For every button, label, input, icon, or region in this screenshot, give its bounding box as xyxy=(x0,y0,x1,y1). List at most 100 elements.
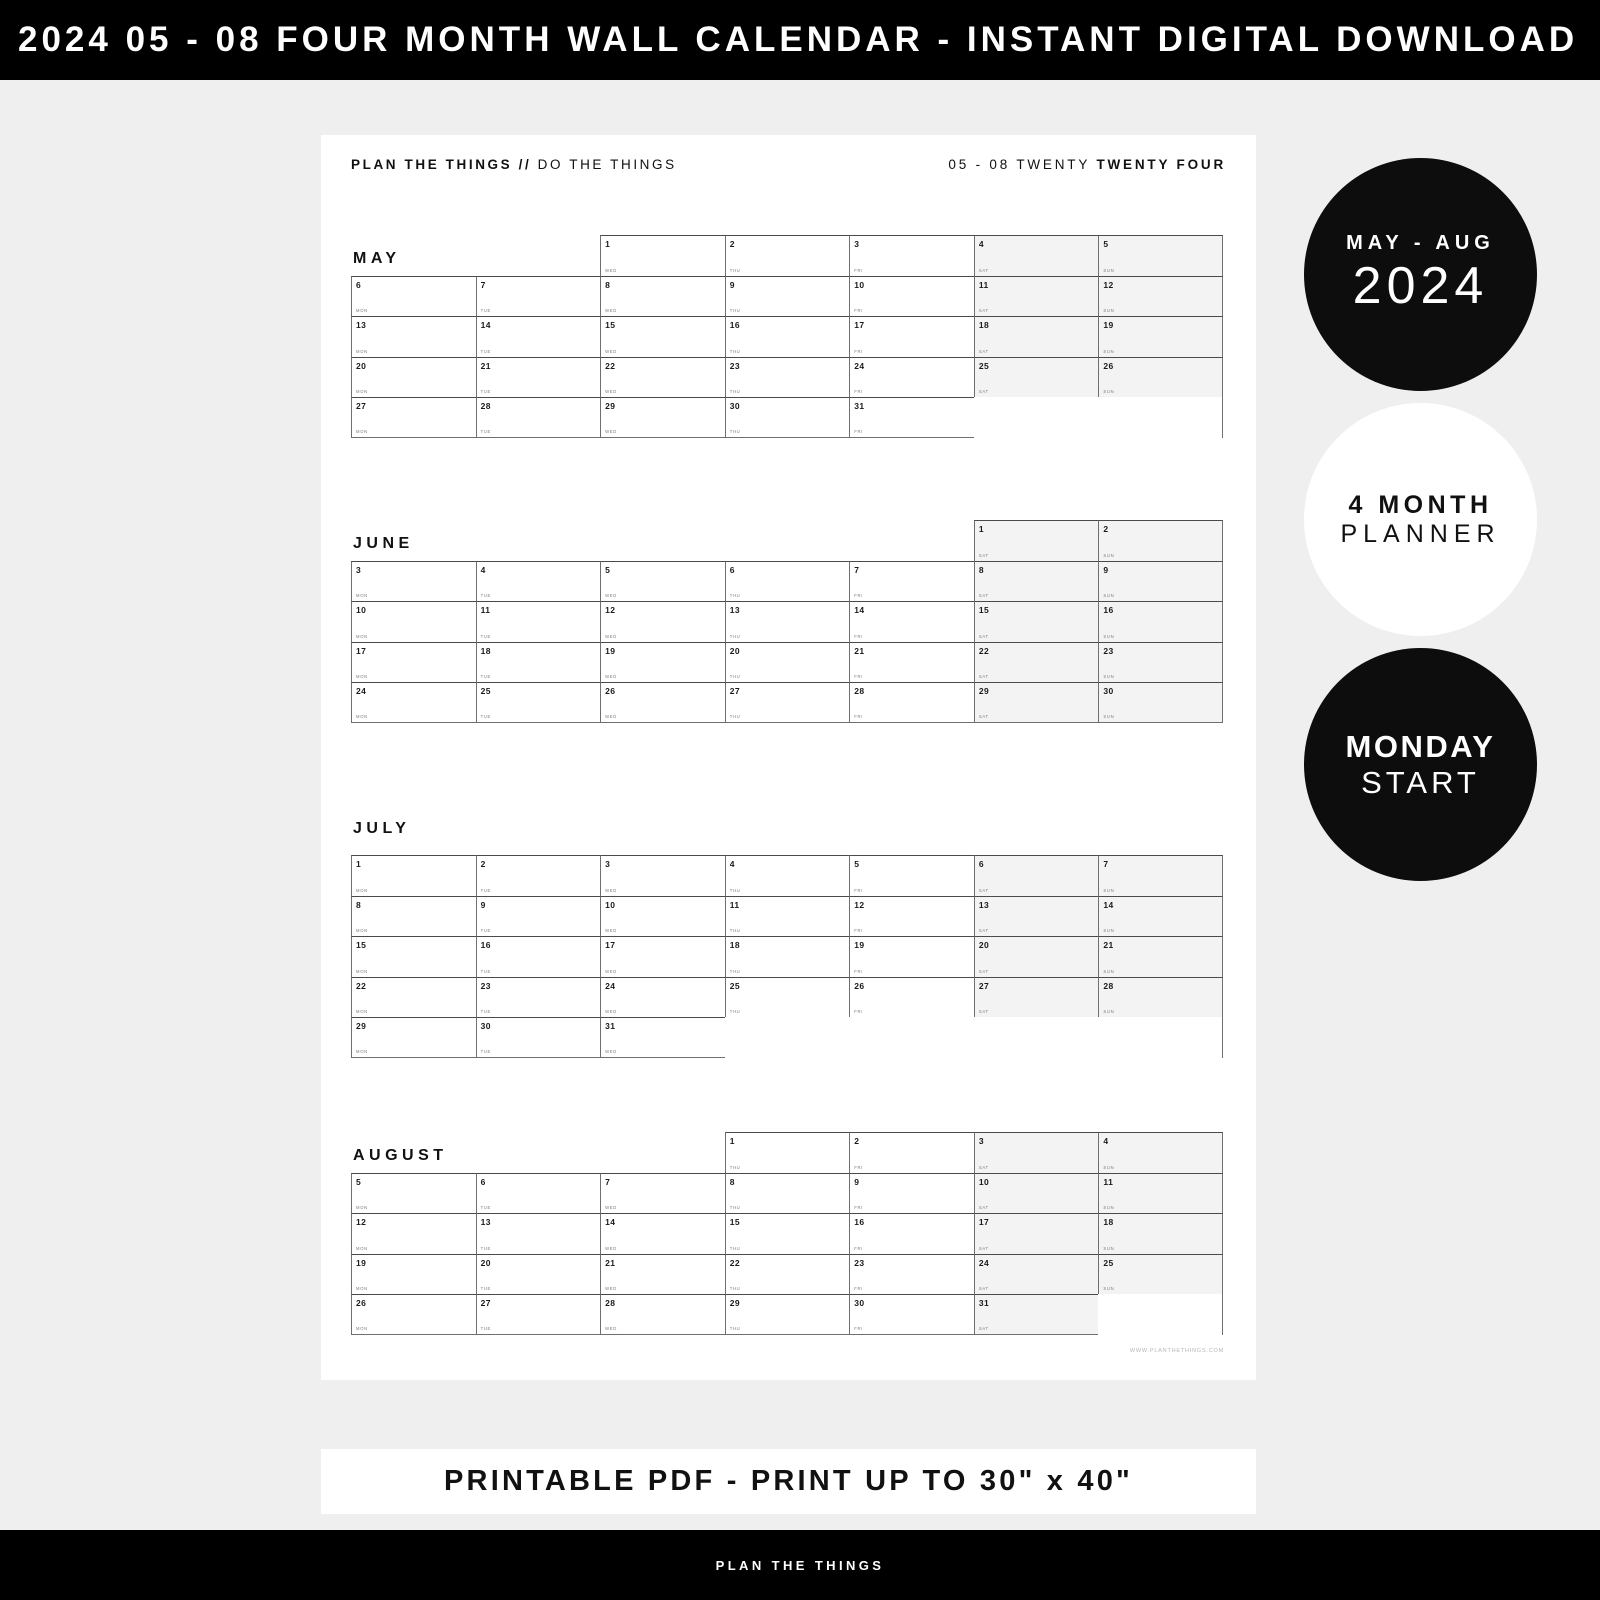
day-cell[interactable]: 1 MON xyxy=(351,855,476,896)
day-cell[interactable]: 29 MON xyxy=(351,1017,476,1058)
day-cell[interactable]: 15 WED xyxy=(600,316,725,357)
day-cell[interactable]: 26 SUN xyxy=(1098,356,1223,397)
day-cell[interactable]: 6 TUE xyxy=(475,1172,601,1213)
day-cell[interactable]: 30 THU xyxy=(724,397,850,438)
day-cell[interactable]: 31 FRI xyxy=(849,397,974,438)
day-cell[interactable]: 4 SAT xyxy=(973,235,1099,276)
day-cell[interactable]: 1 SAT xyxy=(973,520,1099,561)
day-cell[interactable]: 25 THU xyxy=(724,976,850,1017)
day-cell[interactable]: 28 WED xyxy=(600,1294,725,1335)
day-cell[interactable]: 3 FRI xyxy=(849,235,974,276)
day-cell[interactable]: 20 MON xyxy=(351,356,476,397)
day-cell[interactable]: 1 WED xyxy=(600,235,725,276)
day-cell[interactable]: 22 WED xyxy=(600,356,725,397)
day-cell[interactable]: 1 THU xyxy=(724,1132,850,1173)
day-cell[interactable]: 23 SUN xyxy=(1098,641,1223,682)
day-cell[interactable]: 13 TUE xyxy=(475,1213,601,1254)
day-cell[interactable]: 8 THU xyxy=(724,1172,850,1213)
day-cell[interactable]: 24 SAT xyxy=(973,1253,1099,1294)
day-cell[interactable]: 9 THU xyxy=(724,275,850,316)
day-cell[interactable]: 5 FRI xyxy=(849,855,974,896)
day-cell[interactable]: 24 WED xyxy=(600,976,725,1017)
day-cell[interactable]: 16 SUN xyxy=(1098,601,1223,642)
day-cell[interactable]: 24 MON xyxy=(351,682,476,723)
day-cell[interactable]: 7 SUN xyxy=(1098,855,1223,896)
day-cell[interactable]: 17 MON xyxy=(351,641,476,682)
day-cell[interactable]: 17 WED xyxy=(600,936,725,977)
day-cell[interactable]: 16 TUE xyxy=(475,936,601,977)
day-cell[interactable]: 28 SUN xyxy=(1098,976,1223,1017)
day-cell[interactable]: 21 FRI xyxy=(849,641,974,682)
day-cell[interactable]: 23 TUE xyxy=(475,976,601,1017)
day-cell[interactable]: 22 MON xyxy=(351,976,476,1017)
day-cell[interactable]: 14 WED xyxy=(600,1213,725,1254)
day-cell[interactable]: 27 TUE xyxy=(475,1294,601,1335)
day-cell[interactable]: 28 FRI xyxy=(849,682,974,723)
day-cell[interactable]: 30 FRI xyxy=(849,1294,974,1335)
day-cell[interactable]: 11 SAT xyxy=(973,275,1099,316)
day-cell[interactable]: 18 TUE xyxy=(475,641,601,682)
day-cell[interactable]: 30 SUN xyxy=(1098,682,1223,723)
day-cell[interactable]: 31 WED xyxy=(600,1017,725,1058)
day-cell[interactable]: 4 TUE xyxy=(475,560,601,601)
day-cell[interactable]: 28 TUE xyxy=(475,397,601,438)
day-cell[interactable]: 2 TUE xyxy=(475,855,601,896)
day-cell[interactable]: 24 FRI xyxy=(849,356,974,397)
day-cell[interactable]: 8 MON xyxy=(351,895,476,936)
day-cell[interactable]: 7 TUE xyxy=(475,275,601,316)
day-cell[interactable]: 26 MON xyxy=(351,1294,476,1335)
day-cell[interactable]: 10 FRI xyxy=(849,275,974,316)
day-cell[interactable]: 7 WED xyxy=(600,1172,725,1213)
day-cell[interactable]: 29 WED xyxy=(600,397,725,438)
day-cell[interactable]: 11 THU xyxy=(724,895,850,936)
day-cell[interactable]: 7 FRI xyxy=(849,560,974,601)
day-cell[interactable]: 5 WED xyxy=(600,560,725,601)
day-cell[interactable]: 19 FRI xyxy=(849,936,974,977)
day-cell[interactable]: 17 SAT xyxy=(973,1213,1099,1254)
day-cell[interactable]: 26 WED xyxy=(600,682,725,723)
day-cell[interactable]: 18 THU xyxy=(724,936,850,977)
day-cell[interactable]: 4 SUN xyxy=(1098,1132,1223,1173)
day-cell[interactable]: 6 MON xyxy=(351,275,476,316)
day-cell[interactable]: 26 FRI xyxy=(849,976,974,1017)
day-cell[interactable]: 16 THU xyxy=(724,316,850,357)
day-cell[interactable]: 3 WED xyxy=(600,855,725,896)
day-cell[interactable]: 22 THU xyxy=(724,1253,850,1294)
day-cell[interactable]: 29 SAT xyxy=(973,682,1099,723)
day-cell[interactable]: 19 WED xyxy=(600,641,725,682)
day-cell[interactable]: 23 THU xyxy=(724,356,850,397)
day-cell[interactable]: 2 FRI xyxy=(849,1132,974,1173)
day-cell[interactable]: 12 MON xyxy=(351,1213,476,1254)
day-cell[interactable]: 27 THU xyxy=(724,682,850,723)
day-cell[interactable]: 4 THU xyxy=(724,855,850,896)
day-cell[interactable]: 13 SAT xyxy=(973,895,1099,936)
day-cell[interactable]: 5 MON xyxy=(351,1172,476,1213)
day-cell[interactable]: 15 THU xyxy=(724,1213,850,1254)
day-cell[interactable]: 8 WED xyxy=(600,275,725,316)
day-cell[interactable]: 10 SAT xyxy=(973,1172,1099,1213)
day-cell[interactable]: 27 MON xyxy=(351,397,476,438)
day-cell[interactable]: 20 THU xyxy=(724,641,850,682)
day-cell[interactable]: 6 THU xyxy=(724,560,850,601)
day-cell[interactable]: 3 SAT xyxy=(973,1132,1099,1173)
day-cell[interactable]: 20 SAT xyxy=(973,936,1099,977)
day-cell[interactable]: 13 THU xyxy=(724,601,850,642)
day-cell[interactable]: 15 SAT xyxy=(973,601,1099,642)
day-cell[interactable]: 14 FRI xyxy=(849,601,974,642)
day-cell[interactable]: 27 SAT xyxy=(973,976,1099,1017)
day-cell[interactable]: 21 WED xyxy=(600,1253,725,1294)
day-cell[interactable]: 9 FRI xyxy=(849,1172,974,1213)
day-cell[interactable]: 15 MON xyxy=(351,936,476,977)
day-cell[interactable]: 13 MON xyxy=(351,316,476,357)
day-cell[interactable]: 2 THU xyxy=(724,235,850,276)
day-cell[interactable]: 30 TUE xyxy=(475,1017,601,1058)
day-cell[interactable]: 10 MON xyxy=(351,601,476,642)
day-cell[interactable]: 29 THU xyxy=(724,1294,850,1335)
day-cell[interactable]: 17 FRI xyxy=(849,316,974,357)
day-cell[interactable]: 2 SUN xyxy=(1098,520,1223,561)
day-cell[interactable]: 6 SAT xyxy=(973,855,1099,896)
day-cell[interactable]: 18 SAT xyxy=(973,316,1099,357)
day-cell[interactable]: 9 TUE xyxy=(475,895,601,936)
day-cell[interactable]: 20 TUE xyxy=(475,1253,601,1294)
day-cell[interactable]: 25 SUN xyxy=(1098,1253,1223,1294)
